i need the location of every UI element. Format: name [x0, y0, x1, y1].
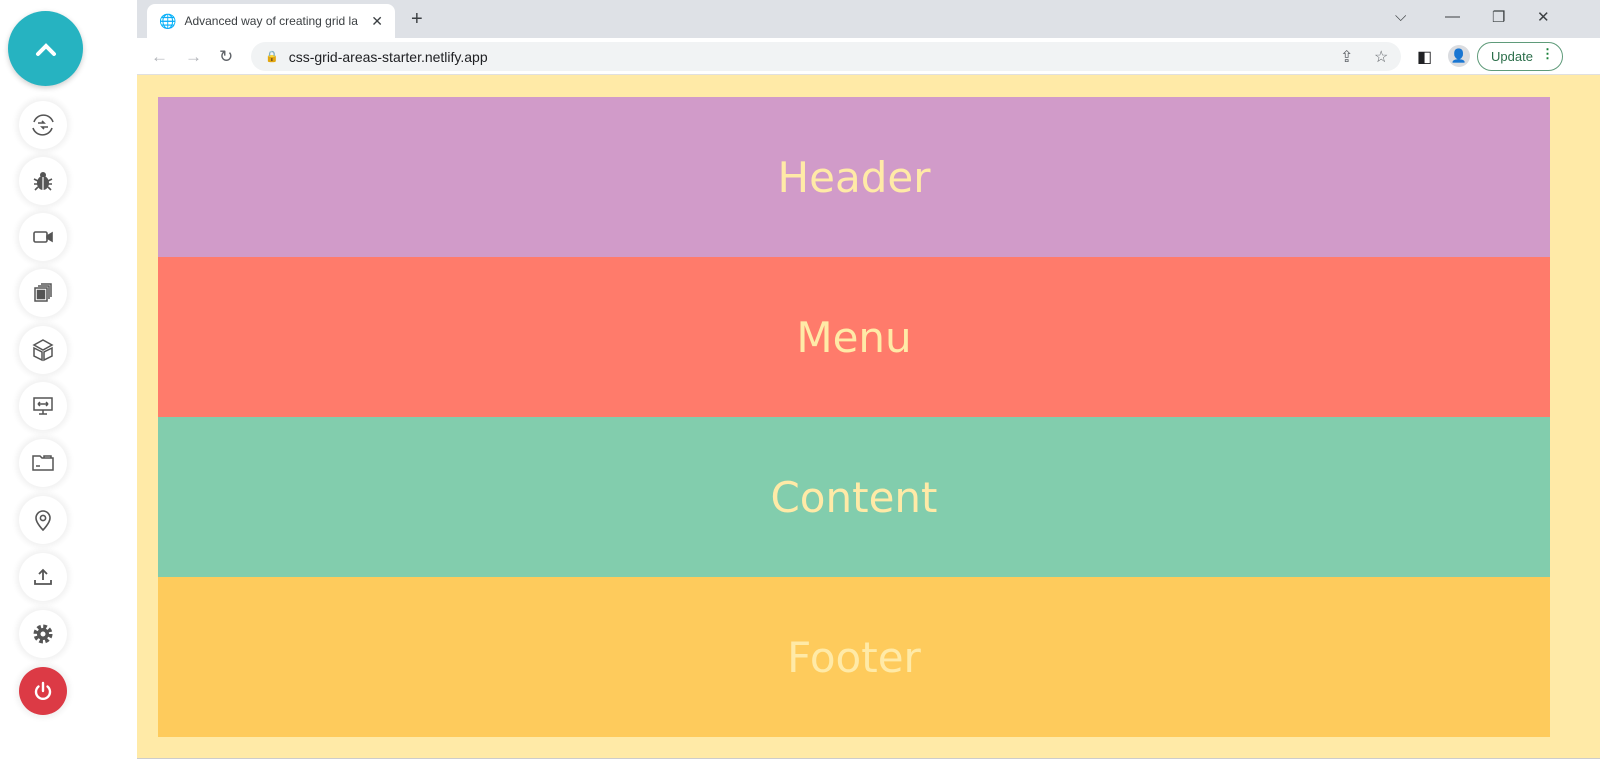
update-button[interactable]: Update ⋮	[1477, 42, 1563, 71]
tab-title: Advanced way of creating grid la	[184, 14, 358, 28]
folder-button[interactable]	[19, 439, 67, 487]
footer-label: Footer	[787, 632, 921, 682]
globe-icon: 🌐	[159, 12, 177, 29]
bug-icon	[33, 172, 53, 191]
profile-avatar-icon[interactable]: 👤	[1448, 45, 1470, 67]
grid-area-header: Header	[158, 97, 1550, 257]
browser-toolbar: ← → ↻ 🔒 css-grid-areas-starter.netlify.a…	[137, 38, 1600, 75]
tab-bar: 🌐 Advanced way of creating grid la ✕ + ⌵…	[137, 0, 1600, 38]
address-bar[interactable]: 🔒 css-grid-areas-starter.netlify.app	[251, 42, 1401, 71]
grid-container: Header Menu Content Footer	[158, 97, 1550, 737]
gear-icon	[33, 624, 53, 644]
cube-icon	[32, 339, 54, 362]
reload-button[interactable]: ↻	[219, 47, 233, 67]
minimize-button[interactable]: —	[1445, 8, 1460, 25]
new-tab-button[interactable]: +	[411, 8, 423, 31]
browser-tab[interactable]: 🌐 Advanced way of creating grid la ✕	[147, 4, 395, 38]
cube-button[interactable]	[19, 326, 67, 374]
location-pin-icon	[35, 510, 51, 532]
scroll-top-button[interactable]	[8, 11, 83, 86]
screen-button[interactable]	[19, 382, 67, 430]
content-label: Content	[770, 472, 938, 522]
page-content: Header Menu Content Footer	[137, 75, 1600, 758]
share-icon[interactable]: ⇪	[1340, 47, 1353, 67]
more-menu-icon[interactable]: ⋮	[1541, 46, 1554, 62]
browser-window: 🌐 Advanced way of creating grid la ✕ + ⌵…	[137, 0, 1600, 776]
chevron-up-icon	[35, 42, 56, 56]
url-text: css-grid-areas-starter.netlify.app	[288, 48, 488, 65]
update-label: Update	[1491, 49, 1533, 64]
gallery-icon	[34, 283, 52, 302]
grid-area-menu: Menu	[158, 257, 1550, 417]
video-camera-icon	[33, 231, 53, 243]
side-toolbar	[0, 0, 137, 776]
close-tab-icon[interactable]: ✕	[371, 13, 383, 30]
forward-button[interactable]: →	[185, 47, 202, 67]
back-button[interactable]: ←	[151, 47, 168, 67]
upload-icon	[34, 568, 52, 585]
grid-area-footer: Footer	[158, 577, 1550, 737]
tab-search-icon[interactable]: ⌵	[1395, 8, 1406, 25]
lock-icon: 🔒	[265, 51, 279, 63]
grid-area-content: Content	[158, 417, 1550, 577]
gallery-button[interactable]	[19, 269, 67, 317]
window-bottom-edge	[137, 758, 1600, 776]
folder-icon	[32, 455, 54, 471]
screen-share-icon	[33, 397, 53, 415]
header-label: Header	[777, 152, 931, 202]
power-button[interactable]	[19, 667, 67, 715]
side-panel-icon[interactable]: ◧	[1417, 47, 1432, 67]
restore-button[interactable]: ❐	[1492, 8, 1505, 26]
bug-button[interactable]	[19, 157, 67, 205]
video-button[interactable]	[19, 213, 67, 261]
close-window-button[interactable]: ✕	[1537, 8, 1550, 26]
menu-label: Menu	[796, 312, 912, 362]
power-icon	[34, 681, 52, 701]
location-button[interactable]	[19, 496, 67, 544]
upload-button[interactable]	[19, 553, 67, 601]
bookmark-star-icon[interactable]: ☆	[1374, 47, 1388, 67]
switch-icon	[32, 114, 54, 136]
settings-button[interactable]	[19, 610, 67, 658]
switch-button[interactable]	[19, 101, 67, 149]
